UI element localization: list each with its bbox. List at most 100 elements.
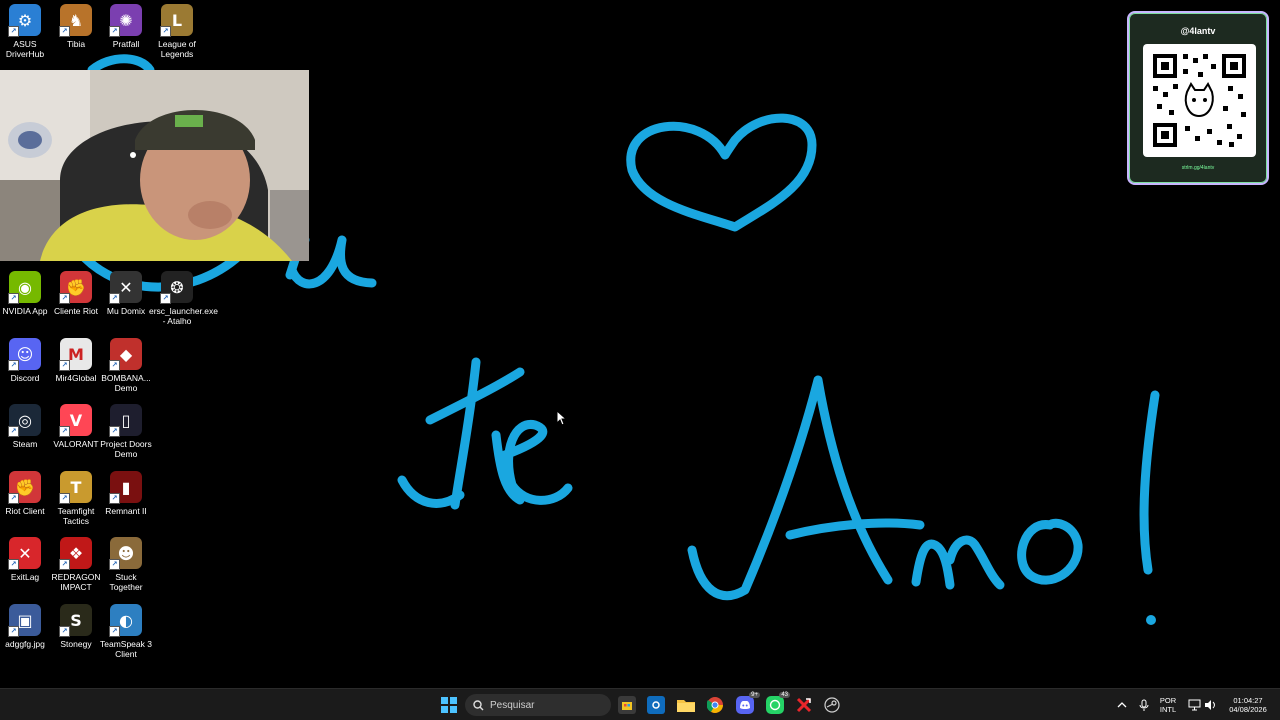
shortcut-arrow-icon: ↗ [109,493,120,504]
image-file-icon: ▣ ↗ [8,604,41,637]
shortcut-arrow-icon: ↗ [109,626,120,637]
riot-icon: ✊ ↗ [8,471,41,504]
clock-date: 04/08/2026 [1229,705,1267,714]
desktop-shortcut-label: Mu Domix [106,306,146,316]
desktop-shortcut[interactable]: ❂ ↗ ersc_launcher.exe - Atalho [149,271,218,326]
qr-code-card: @4lantv strlm.gg/4lantv [1127,11,1269,185]
redragon-icon: ❖ ↗ [59,537,92,570]
door-icon: ▯ ↗ [109,404,142,437]
desktop-shortcut-label: Mir4Global [55,373,97,383]
desktop-shortcut[interactable]: ⚙ ↗ ASUS DriverHub [0,4,50,59]
language-text: POR [1159,696,1177,705]
mir4-icon: M ↗ [59,338,92,371]
desktop-shortcut[interactable]: S ↗ Stonegy [51,604,101,649]
desktop-shortcut-label: NVIDIA App [2,306,48,316]
discord-icon[interactable]: 9+ [736,692,760,714]
desktop-shortcut[interactable]: ◐ ↗ TeamSpeak 3 Client [100,604,152,659]
desktop-shortcut[interactable]: ✊ ↗ Riot Client [0,471,50,516]
chrome-icon[interactable] [706,696,724,714]
desktop-shortcut-label: Stuck Together [109,572,143,592]
stroke-e [491,420,573,505]
desktop-shortcut[interactable]: ❖ ↗ REDRAGON IMPACT [51,537,101,592]
microphone-icon[interactable] [1135,696,1153,714]
desktop-shortcut[interactable]: ▮ ↗ Remnant II [101,471,151,516]
shortcut-arrow-icon: ↗ [8,293,19,304]
qr-url-text: strlm.gg/4lantv [1181,165,1215,171]
shortcut-arrow-icon: ↗ [59,626,70,637]
desktop-shortcut-label: Teamfight Tactics [57,506,95,526]
desktop-shortcut-label: Stonegy [60,639,92,649]
outlook-icon[interactable] [647,696,665,714]
desktop-shortcut[interactable]: ☻ ↗ Stuck Together [101,537,151,592]
desktop-shortcut-label: adggfg.jpg [5,639,45,649]
stroke-t-tail [397,475,465,508]
desktop-shortcut-label: Pratfall [112,39,140,49]
desktop-shortcut[interactable]: V ↗ VALORANT [51,404,101,449]
start-icon[interactable] [440,696,458,714]
desktop-shortcut-label: ersc_launcher.exe - Atalho [149,306,218,326]
valorant-icon: V ↗ [59,404,92,437]
character-icon: ☻ ↗ [109,537,142,570]
search-icon [473,699,484,710]
stroke-exclamation-dot [1146,615,1156,625]
language-indicator[interactable]: POR INTL [1156,696,1180,714]
shortcut-arrow-icon: ↗ [109,26,120,37]
exitlag-icon[interactable] [795,696,813,714]
desktop-shortcut-label: ExitLag [10,572,40,582]
search-box[interactable]: Pesquisar [465,694,611,716]
shortcut-arrow-icon: ↗ [109,293,120,304]
whatsapp-icon[interactable]: 43 [766,692,790,714]
stroke-exclamation [1139,390,1160,575]
stroke-e-top [87,54,155,75]
desktop-shortcut[interactable]: ☺ ↗ Discord [0,338,50,383]
shortcut-arrow-icon: ↗ [8,626,19,637]
desktop-shortcut[interactable]: T ↗ Teamfight Tactics [51,471,101,526]
stroke-heart [626,113,817,232]
shortcut-arrow-icon: ↗ [59,426,70,437]
desktop-shortcut-label: League of Legends [158,39,196,59]
desktop-shortcut[interactable]: ✕ ↗ ExitLag [0,537,50,582]
chevron-up-icon[interactable] [1113,696,1131,714]
shortcut-arrow-icon: ↗ [160,293,171,304]
whatsapp-badge: 43 [779,692,790,698]
volume-icon[interactable] [1201,696,1219,714]
desktop-shortcut[interactable]: ◆ ↗ BOMBANA... Demo [101,338,151,393]
desktop-shortcut[interactable]: ◉ ↗ NVIDIA App [0,271,50,316]
shortcut-arrow-icon: ↗ [8,426,19,437]
search-placeholder: Pesquisar [490,699,535,711]
gear-icon: ⚙ ↗ [8,4,41,37]
desktop-shortcut-label: TeamSpeak 3 Client [100,639,152,659]
lol-icon: L ↗ [160,4,193,37]
desktop-shortcut[interactable]: ♞ ↗ Tibia [51,4,101,49]
desktop-shortcut[interactable]: ▯ ↗ Project Doors Demo [100,404,152,459]
desktop-shortcut[interactable]: ✊ ↗ Cliente Riot [51,271,101,316]
desktop-shortcut[interactable]: M ↗ Mir4Global [51,338,101,383]
clock[interactable]: 01:04:27 04/08/2026 [1222,696,1274,714]
shortcut-arrow-icon: ↗ [160,26,171,37]
remnant-icon: ▮ ↗ [109,471,142,504]
steam-icon[interactable] [823,696,841,714]
desktop-shortcut-label: Tibia [66,39,86,49]
discord-badge: 9+ [749,692,760,698]
stroke-m [911,535,1005,590]
knight-icon: ♞ ↗ [59,4,92,37]
desktop-shortcut-label: Discord [10,373,40,383]
teamspeak-icon: ◐ ↗ [109,604,142,637]
shortcut-arrow-icon: ↗ [109,360,120,371]
file-explorer-icon[interactable] [677,696,695,714]
desktop-shortcut[interactable]: ◎ ↗ Steam [0,404,50,449]
desktop: ⚙ ↗ ASUS DriverHub ♞ ↗ Tibia ✺ ↗ Pratfall L ↗ Leagu… [0,0,1280,688]
desktop-shortcut[interactable]: L ↗ League of Legends [152,4,202,59]
desktop-shortcut[interactable]: ✺ ↗ Pratfall [101,4,151,49]
shortcut-arrow-icon: ↗ [109,426,120,437]
qr-code-icon [1143,44,1256,157]
desktop-shortcut[interactable]: ✕ ↗ Mu Domix [101,271,151,316]
stonegy-icon: S ↗ [59,604,92,637]
shortcut-arrow-icon: ↗ [59,493,70,504]
desktop-shortcut-label: Cliente Riot [54,306,98,316]
store-icon[interactable] [618,696,636,714]
shortcut-arrow-icon: ↗ [8,360,19,371]
desktop-shortcut[interactable]: ▣ ↗ adggfg.jpg [0,604,50,649]
riot-icon: ✊ ↗ [59,271,92,304]
qr-handle-text: @4lantv [1180,26,1216,36]
